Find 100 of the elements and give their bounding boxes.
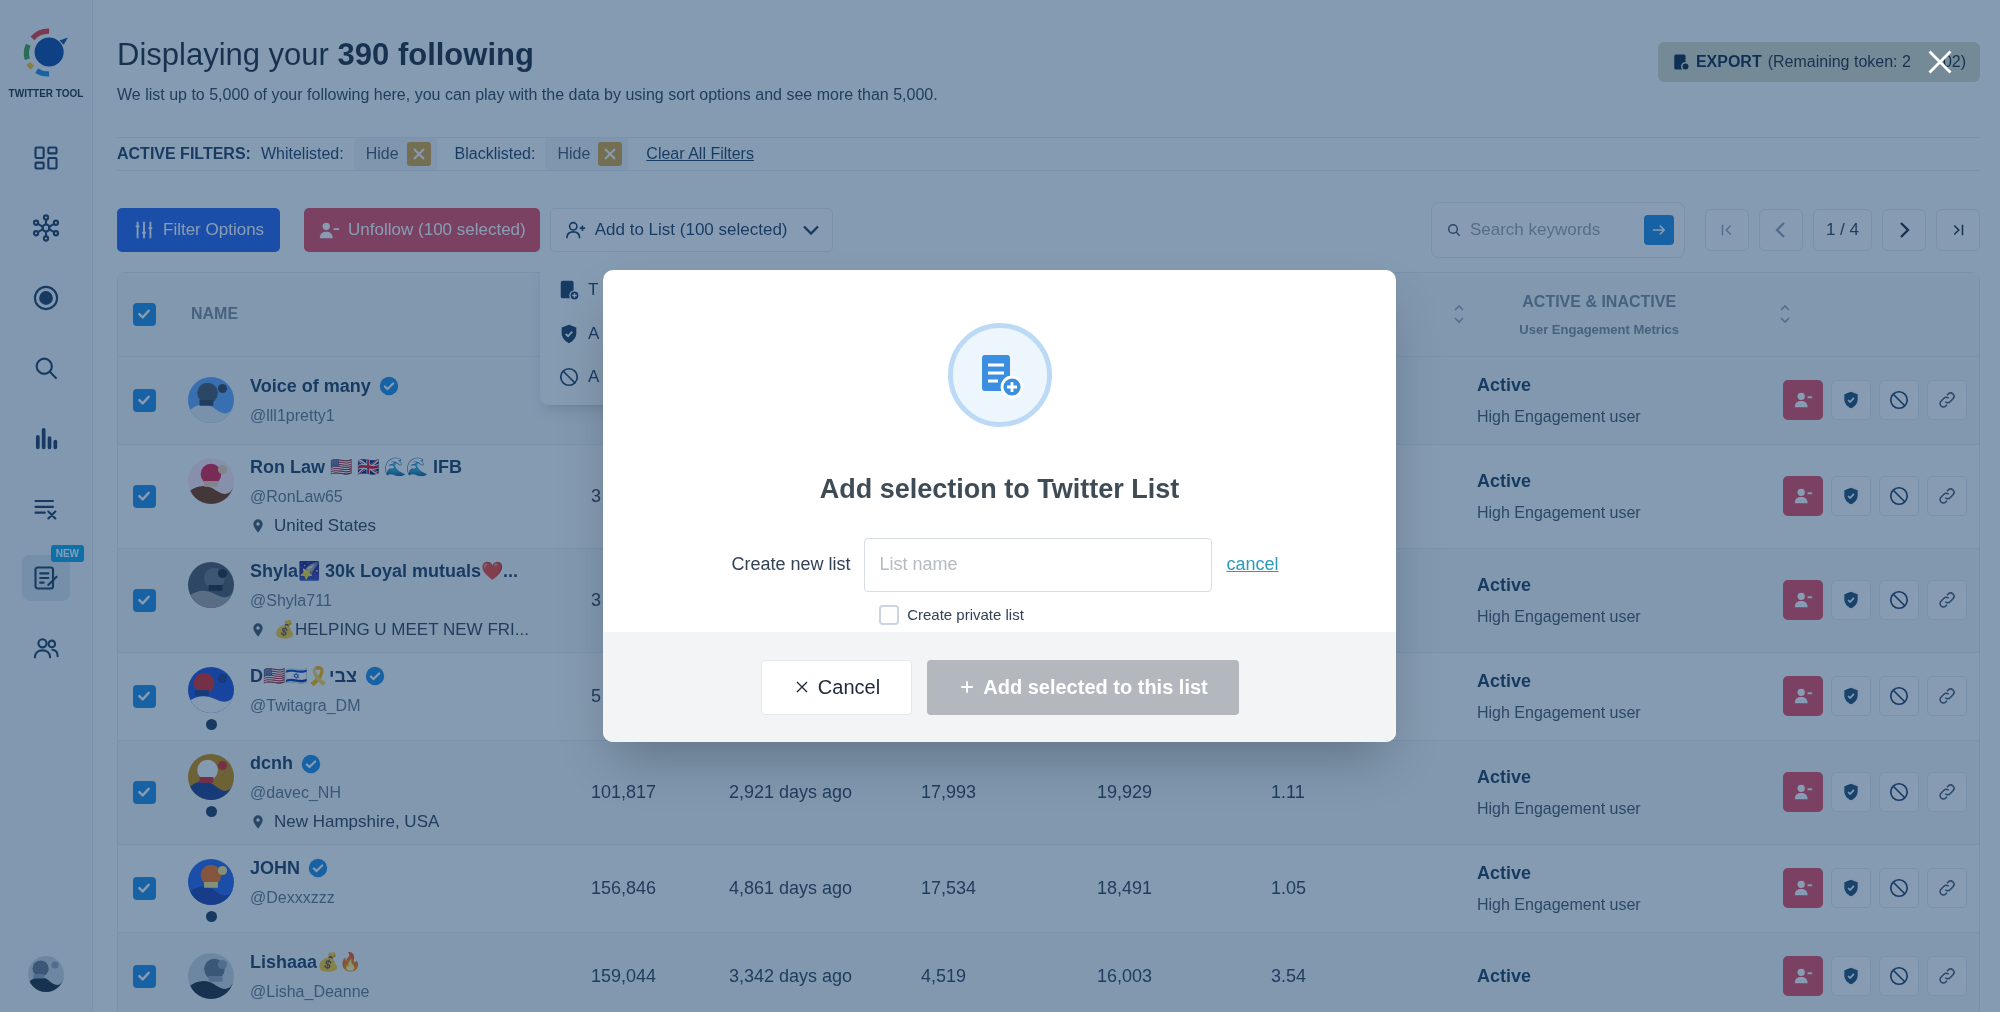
dropdown-item[interactable]: A (558, 364, 600, 390)
user-name[interactable]: Lishaaa💰🔥 (250, 948, 362, 976)
user-handle: @Twitagra_DM (250, 695, 362, 716)
user-handle: @Lisha_Deanne (250, 981, 370, 1002)
blacklist-button[interactable] (1879, 868, 1919, 909)
next-page-button[interactable] (1882, 208, 1926, 251)
checkbox[interactable] (133, 588, 156, 612)
search-submit-button[interactable] (1643, 214, 1674, 245)
chevron-down-icon (803, 225, 818, 234)
checkbox[interactable] (133, 876, 156, 900)
chevron-left-icon (1777, 222, 1785, 237)
link-button[interactable] (1927, 580, 1967, 621)
whitelist-button[interactable] (1831, 868, 1871, 909)
table-cell: 2,921 days ago (729, 781, 853, 802)
whitelist-button[interactable] (1831, 772, 1871, 813)
sidebar-item[interactable] (22, 555, 70, 601)
engagement-label: High Engagement user (1477, 894, 1642, 915)
location-pin-icon (250, 517, 266, 534)
table-cell: 1.11 (1271, 781, 1305, 802)
user-name[interactable]: dcnh (250, 750, 293, 777)
user-name[interactable]: Ron Law 🇺🇸 🇬🇧 🌊🌊 IFB (250, 454, 462, 481)
table-cell: 17,534 (921, 877, 977, 898)
dropdown-item[interactable]: T (558, 277, 599, 303)
checkbox[interactable] (133, 964, 156, 988)
user-name[interactable]: JOHN (250, 854, 300, 882)
page-indicator: 1 / 4 (1812, 208, 1872, 251)
link-button[interactable] (1927, 772, 1967, 813)
shield-check-icon (1841, 390, 1861, 411)
filter-options-button[interactable]: Filter Options (117, 207, 281, 252)
unfollow-button[interactable]: Unfollow (100 selected) (304, 207, 540, 252)
whitelist-button[interactable] (1831, 476, 1871, 517)
blacklist-button[interactable] (1879, 772, 1919, 813)
column-header[interactable]: NAME (191, 302, 239, 327)
unfollow-user-button[interactable] (1783, 772, 1823, 813)
link-button[interactable] (1927, 380, 1967, 421)
field-label: Create new list (730, 553, 851, 576)
cancel-link[interactable]: cancel (1226, 551, 1279, 578)
location-pin-icon (250, 813, 266, 830)
user-name[interactable]: Shyla🌠 30k Loyal mutuals❤... (250, 558, 519, 585)
whitelist-button[interactable] (1831, 580, 1871, 621)
unfollow-user-button[interactable] (1783, 956, 1823, 997)
link-button[interactable] (1927, 676, 1967, 717)
checkbox[interactable] (133, 684, 156, 708)
list-name-field[interactable]: List name (864, 537, 1213, 592)
checkbox[interactable] (133, 484, 156, 508)
remove-filter-icon[interactable] (406, 141, 431, 166)
filter-value: Hide (365, 143, 399, 164)
checkbox[interactable] (133, 780, 156, 804)
column-header[interactable]: ACTIVE & INACTIVE (1522, 289, 1677, 314)
engagement-label: High Engagement user (1477, 406, 1642, 427)
checkbox[interactable] (133, 388, 156, 412)
whitelist-button[interactable] (1831, 676, 1871, 717)
user-name[interactable]: Voice of many (250, 372, 371, 400)
page-title: Displaying your 390 following (117, 36, 535, 74)
unfollow-user-button[interactable] (1783, 476, 1823, 517)
status-label: Active (1477, 573, 1533, 597)
table-cell: 159,044 (591, 965, 657, 986)
blacklist-button[interactable] (1879, 476, 1919, 517)
add-to-list-button[interactable]: Add to List (100 selected) (549, 207, 833, 252)
table-cell: 4,519 (921, 965, 967, 986)
clear-filters-link[interactable]: Clear All Filters (646, 141, 754, 166)
whitelist-button[interactable] (1831, 380, 1871, 421)
shield-check-icon (1841, 878, 1861, 899)
user-name[interactable]: D🇺🇸🇮🇱🎗צבי (250, 662, 357, 690)
dropdown-item[interactable]: A (558, 320, 600, 347)
shield-check-icon (1841, 966, 1861, 987)
unfollow-user-button[interactable] (1783, 580, 1823, 621)
unfollow-user-button[interactable] (1783, 380, 1823, 421)
status-label: Active (1477, 964, 1533, 988)
blacklist-button[interactable] (1879, 580, 1919, 621)
unfollow-user-button[interactable] (1783, 676, 1823, 717)
table-cell: 18,491 (1097, 877, 1153, 898)
table-cell: 101,817 (591, 781, 657, 802)
search-icon (1445, 221, 1462, 238)
remove-filter-icon[interactable] (598, 141, 623, 166)
unfollow-user-button[interactable] (1783, 868, 1823, 909)
blacklist-button[interactable] (1879, 956, 1919, 997)
filter-value: Hide (557, 143, 591, 164)
table-cell: 3.54 (1271, 965, 1307, 986)
link-button[interactable] (1927, 476, 1967, 517)
status-label: Active (1477, 669, 1533, 693)
whitelist-button[interactable] (1831, 956, 1871, 997)
blacklist-button[interactable] (1879, 676, 1919, 717)
user-location: United States (274, 515, 377, 537)
checkbox[interactable] (133, 302, 156, 326)
modal-title: Add selection to Twitter List (819, 473, 1180, 506)
cancel-button[interactable]: Cancel (760, 659, 912, 715)
table-cell: 1.05 (1271, 877, 1307, 898)
blacklist-button[interactable] (1879, 380, 1919, 421)
link-icon (1937, 686, 1957, 707)
link-button[interactable] (1927, 956, 1967, 997)
engagement-label: High Engagement user (1477, 606, 1642, 627)
link-icon (1937, 590, 1957, 611)
status-label: Active (1477, 861, 1533, 885)
user-location: New Hampshire, USA (274, 811, 440, 833)
previous-page-button[interactable] (1758, 208, 1803, 251)
table-cell: 19,929 (1097, 781, 1153, 802)
checkbox[interactable] (879, 604, 900, 625)
shield-check-icon (1841, 782, 1861, 803)
link-button[interactable] (1927, 868, 1967, 909)
